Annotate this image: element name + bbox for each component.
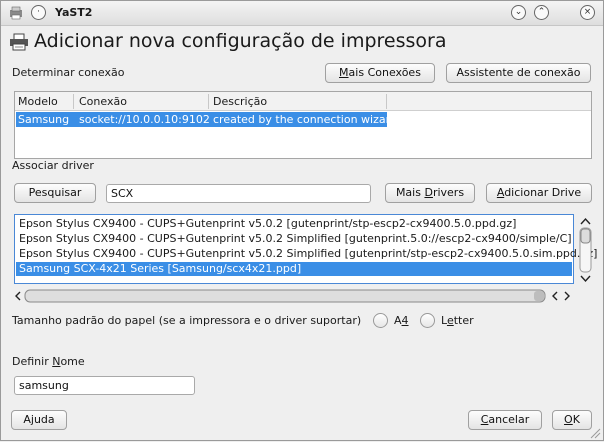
table-header: Modelo Conexão Descrição (15, 92, 591, 111)
more-connections-button[interactable]: Mais Conexões (325, 63, 435, 83)
window-title: YaST2 (55, 6, 93, 19)
column-header-description[interactable]: Descrição (213, 95, 267, 108)
yast-window: · YaST2 ⌄ ⌃ × Adicionar nova configuraçã… (0, 0, 604, 441)
cell-description: created by the connection wizard (213, 113, 397, 126)
driver-list[interactable]: Epson Stylus CX9400 - CUPS+Gutenprint v5… (14, 214, 597, 284)
list-item[interactable]: Epson Stylus CX9400 - CUPS+Gutenprint v5… (19, 217, 516, 230)
list-item-selected[interactable]: Samsung SCX-4x21 Series [Samsung/scx4x21… (16, 262, 572, 276)
table-row[interactable]: Samsung socket://10.0.0.10:9102 created … (16, 112, 397, 127)
radio-a4[interactable] (373, 313, 388, 328)
ok-button[interactable]: OK (552, 410, 592, 430)
resize-grip-icon[interactable] (589, 427, 601, 442)
radio-letter-label[interactable]: Letter (441, 314, 474, 327)
list-item[interactable]: Epson Stylus CX9400 - CUPS+Gutenprint v5… (19, 247, 597, 260)
sticky-button[interactable]: · (31, 5, 46, 20)
driver-search-input[interactable]: SCX (106, 184, 371, 203)
more-drivers-button[interactable]: Mais Drivers (385, 183, 475, 203)
connection-section-label: Determinar conexão (12, 66, 125, 79)
add-driver-button[interactable]: Adicionar Drive (486, 183, 592, 203)
column-header-model[interactable]: Modelo (18, 95, 58, 108)
driver-section-label: Associar driver (12, 159, 94, 172)
radio-a4-label[interactable]: A4 (394, 314, 409, 327)
cell-model: Samsung (18, 113, 70, 126)
cancel-button[interactable]: Cancelar (468, 410, 542, 430)
search-button[interactable]: Pesquisar (14, 183, 96, 203)
name-input[interactable]: samsung (14, 376, 195, 395)
radio-letter[interactable] (420, 313, 435, 328)
page-title: Adicionar nova configuração de impressor… (34, 30, 447, 52)
column-header-connection[interactable]: Conexão (79, 95, 127, 108)
paper-size-label: Tamanho padrão do papel (se a impressora… (12, 314, 362, 327)
minimize-button[interactable]: ⌄ (511, 5, 526, 20)
maximize-button[interactable]: ⌃ (534, 5, 549, 20)
vertical-scrollbar[interactable] (578, 214, 593, 286)
connection-table[interactable]: Modelo Conexão Descrição Samsung socket:… (14, 91, 592, 159)
help-button[interactable]: Ajuda (11, 410, 67, 430)
close-button[interactable]: × (580, 5, 595, 20)
list-item[interactable]: Epson Stylus CX9400 - CUPS+Gutenprint v5… (19, 232, 572, 245)
connection-wizard-button[interactable]: Assistente de conexão (446, 63, 591, 83)
cell-connection: socket://10.0.0.10:9102 (79, 113, 210, 126)
printer-icon (9, 33, 29, 51)
title-bar: · YaST2 ⌄ ⌃ × (1, 1, 603, 26)
horizontal-scrollbar[interactable] (14, 289, 574, 303)
name-label: Definir Nome (12, 355, 85, 368)
window-menu-icon[interactable] (9, 6, 23, 20)
